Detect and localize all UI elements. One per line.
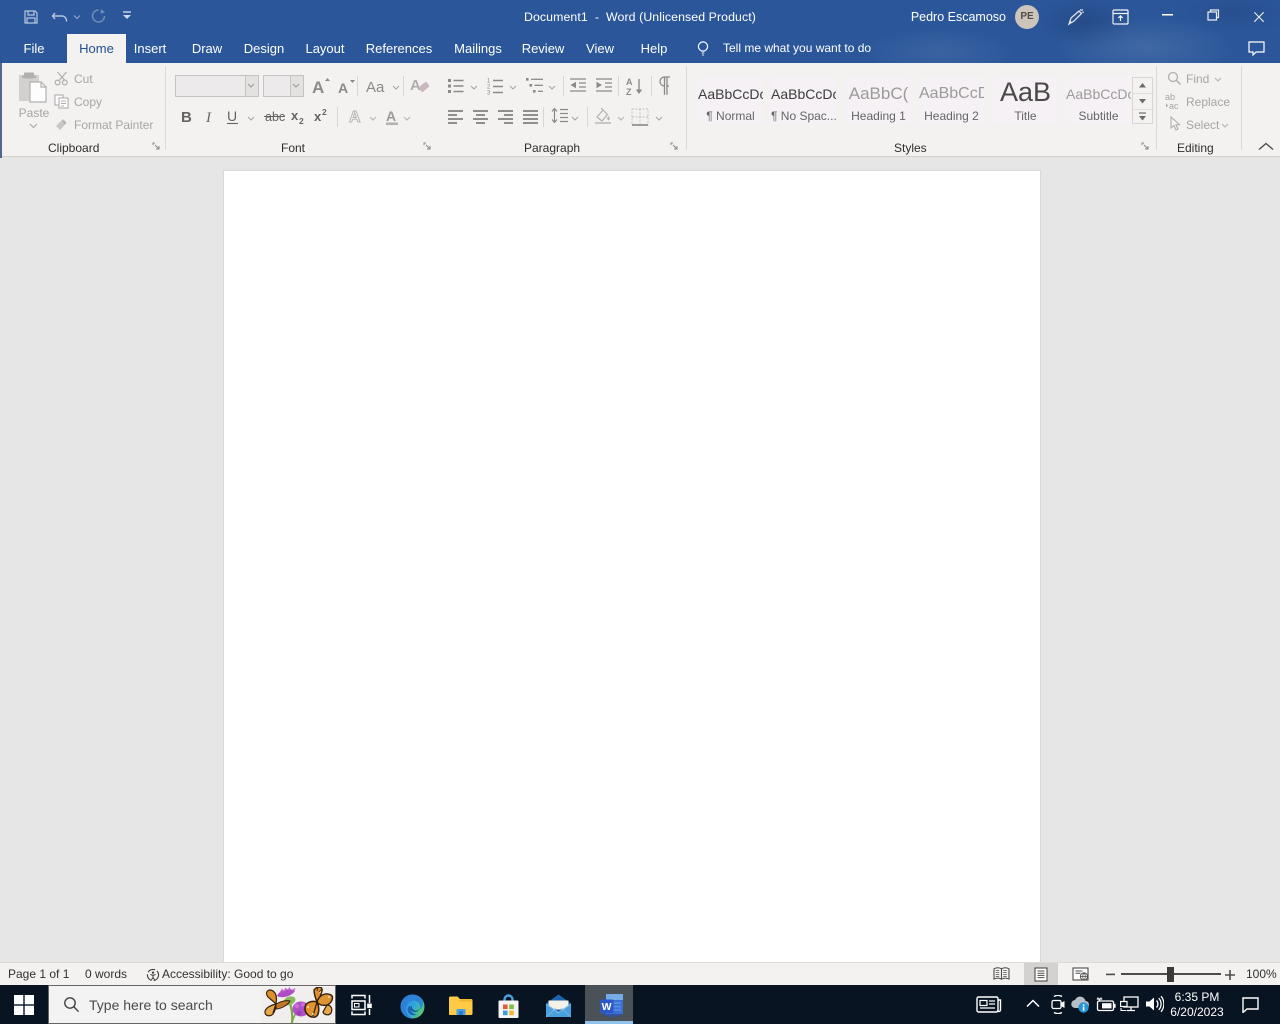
svg-text:x: x: [291, 108, 299, 123]
svg-text:Aa: Aa: [366, 79, 385, 96]
svg-text:Z: Z: [626, 87, 632, 96]
svg-text:B: B: [181, 109, 192, 125]
svg-text:A: A: [386, 108, 396, 124]
svg-text:I: I: [205, 110, 212, 125]
svg-text:A: A: [626, 77, 633, 87]
svg-text:W: W: [602, 1001, 612, 1013]
svg-text:A: A: [349, 109, 361, 126]
svg-text:U: U: [227, 108, 237, 124]
svg-text:2: 2: [322, 107, 327, 117]
svg-text:x: x: [314, 109, 322, 124]
svg-text:ac: ac: [1169, 101, 1179, 111]
svg-text:A: A: [338, 80, 348, 96]
svg-text:3: 3: [487, 91, 491, 96]
svg-text:A: A: [312, 78, 324, 96]
svg-text:A: A: [410, 77, 421, 94]
svg-text:2: 2: [299, 116, 304, 125]
